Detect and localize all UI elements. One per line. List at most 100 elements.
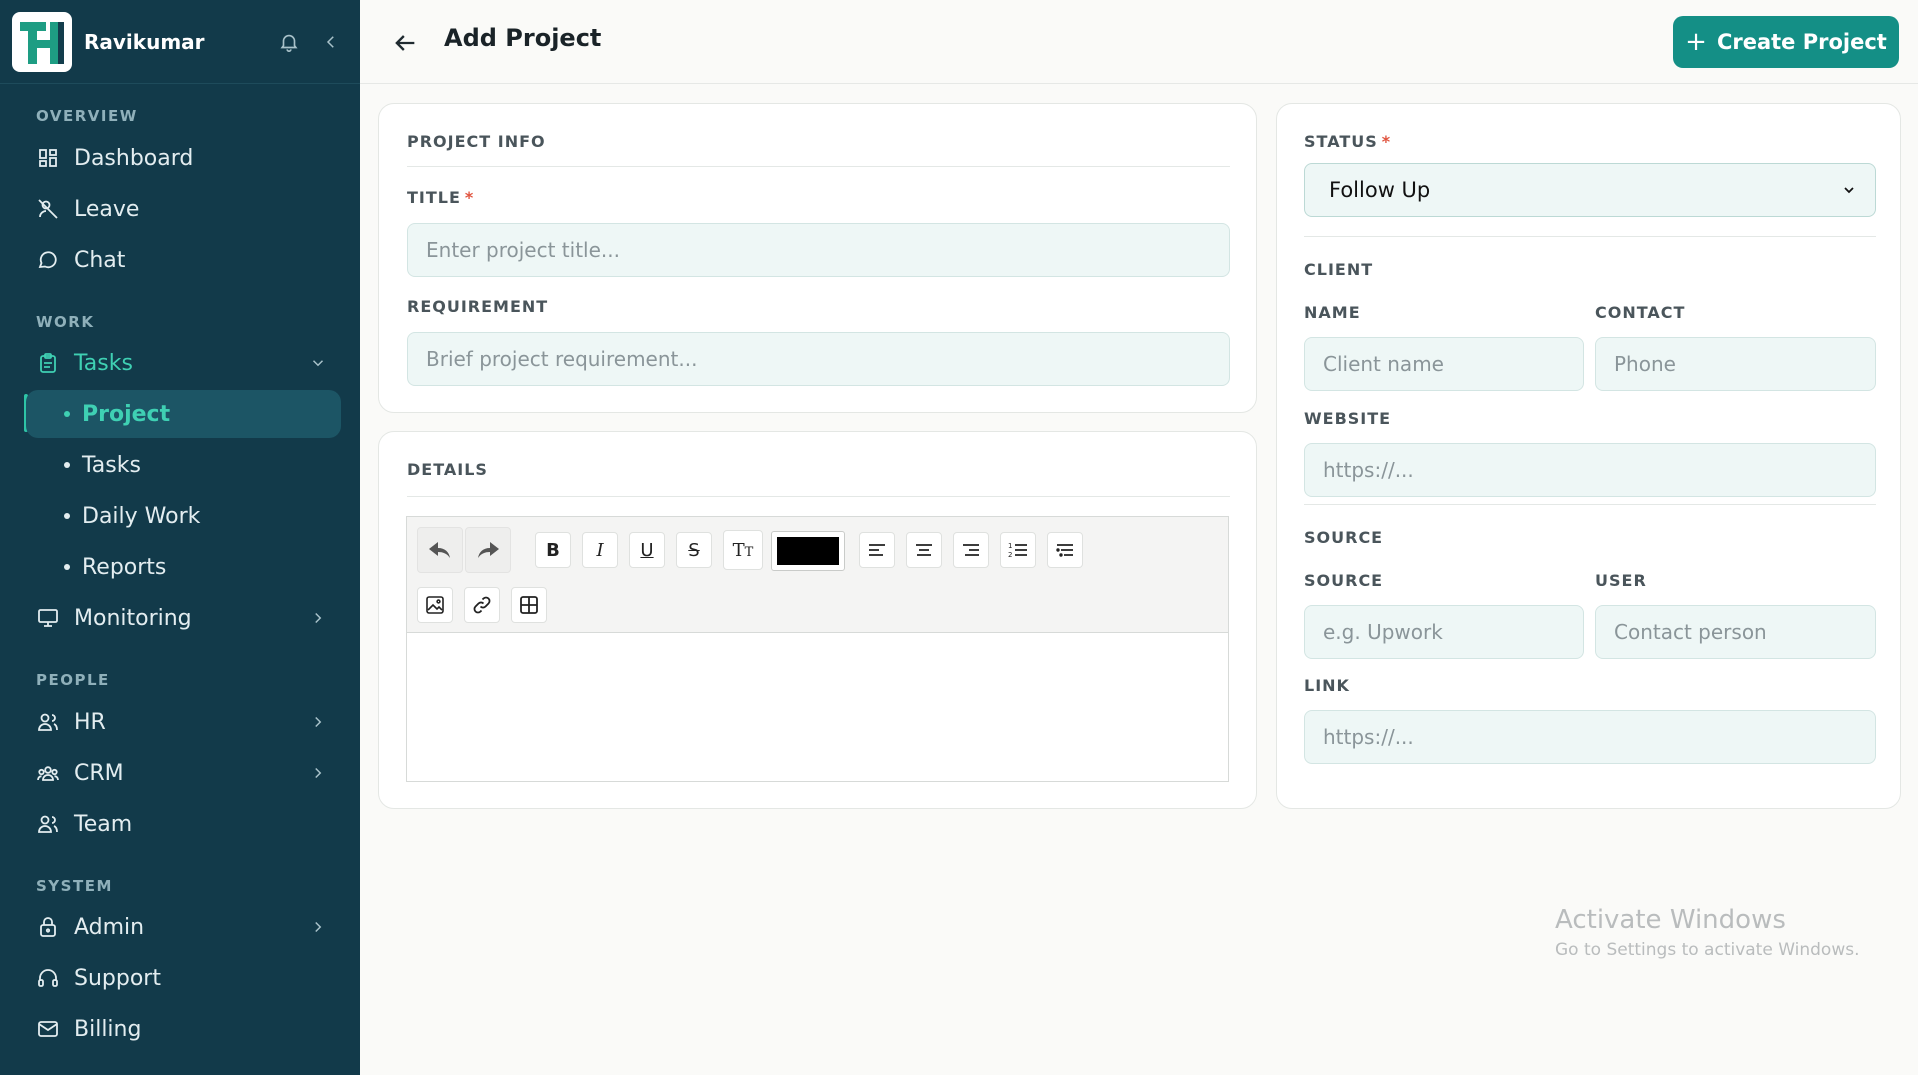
italic-icon: I xyxy=(596,539,604,561)
sidebar-item-support[interactable]: Support xyxy=(26,954,341,1002)
align-right-button[interactable] xyxy=(953,532,989,568)
sidebar-item-tasks-list[interactable]: Tasks xyxy=(26,441,341,489)
requirement-input[interactable] xyxy=(407,332,1230,386)
source-section-title: SOURCE xyxy=(1304,528,1384,547)
ordered-list-button[interactable]: 12 xyxy=(1000,532,1036,568)
indent-list-button[interactable] xyxy=(1047,532,1083,568)
insert-link-button[interactable] xyxy=(464,587,500,623)
sidebar: Ravikumar OVERVIEW Dashboard Leave Chat … xyxy=(0,0,360,1075)
contact-person-input[interactable] xyxy=(1595,605,1876,659)
meta-card: STATUS* Follow Up CLIENT NAME CONTACT WE… xyxy=(1276,103,1901,809)
bold-button[interactable]: B xyxy=(535,532,571,568)
align-center-button[interactable] xyxy=(906,532,942,568)
chevron-down-icon xyxy=(1844,187,1854,194)
group-icon xyxy=(37,766,59,781)
sidebar-item-label: Tasks xyxy=(74,350,133,376)
create-project-label: Create Project xyxy=(1716,30,1887,54)
client-name-input[interactable] xyxy=(1304,337,1584,391)
windows-watermark-title: Activate Windows xyxy=(1555,905,1786,935)
chevron-down-icon xyxy=(312,360,324,367)
align-right-icon xyxy=(963,544,979,556)
underline-button[interactable]: U xyxy=(629,532,665,568)
requirement-label: REQUIREMENT xyxy=(407,297,549,316)
clipboard-icon xyxy=(40,353,56,373)
title-input[interactable] xyxy=(407,223,1230,277)
section-overview: OVERVIEW xyxy=(36,107,138,125)
sidebar-item-tasks[interactable]: Tasks xyxy=(26,339,341,387)
team-icon xyxy=(38,815,58,833)
sidebar-item-hr[interactable]: HR xyxy=(26,698,341,746)
project-info-card: PROJECT INFO TITLE* REQUIREMENT xyxy=(378,103,1257,413)
chevron-right-icon xyxy=(315,716,322,728)
align-left-button[interactable] xyxy=(859,532,895,568)
notifications-button[interactable] xyxy=(272,25,306,59)
sidebar-item-project[interactable]: Project xyxy=(26,390,341,438)
client-contact-input[interactable] xyxy=(1595,337,1876,391)
sidebar-item-label: HR xyxy=(74,709,106,735)
link-input[interactable] xyxy=(1304,710,1876,764)
collapse-sidebar-button[interactable] xyxy=(314,25,348,59)
section-system: SYSTEM xyxy=(36,877,113,895)
title-label-text: TITLE xyxy=(407,188,461,207)
sidebar-item-daily-work[interactable]: Daily Work xyxy=(26,492,341,540)
sidebar-item-label: Support xyxy=(74,965,161,991)
indent-list-icon xyxy=(1056,544,1073,557)
sidebar-item-leave[interactable]: Leave xyxy=(26,185,341,233)
insert-table-button[interactable] xyxy=(511,587,547,623)
sidebar-item-label: Team xyxy=(74,811,133,837)
align-center-icon xyxy=(916,544,932,556)
logo-icon xyxy=(16,15,68,68)
app-logo[interactable] xyxy=(12,11,72,72)
status-select[interactable]: Follow Up xyxy=(1304,163,1876,217)
divider xyxy=(407,166,1230,167)
editor-toolbar: B I U S TT 12 xyxy=(407,517,1228,633)
sidebar-item-label: Billing xyxy=(74,1016,142,1042)
undo-icon xyxy=(429,542,450,558)
user-name: Ravikumar xyxy=(84,29,205,54)
editor-content-area[interactable] xyxy=(407,633,1228,781)
chevron-right-icon xyxy=(315,921,322,933)
sidebar-item-billing[interactable]: Billing xyxy=(26,1005,341,1053)
users-icon xyxy=(38,713,58,731)
bullet-icon xyxy=(64,462,70,468)
sidebar-item-dashboard[interactable]: Dashboard xyxy=(26,134,341,182)
italic-button[interactable]: I xyxy=(582,532,618,568)
insert-image-button[interactable] xyxy=(417,587,453,623)
strikethrough-button[interactable]: S xyxy=(676,532,712,568)
font-size-button[interactable]: TT xyxy=(723,530,763,570)
source-label: SOURCE xyxy=(1304,571,1384,590)
sidebar-item-admin[interactable]: Admin xyxy=(26,903,341,951)
sidebar-item-team[interactable]: Team xyxy=(26,800,341,848)
text-size-icon: TT xyxy=(732,539,754,561)
headset-icon xyxy=(38,969,58,987)
sidebar-item-reports[interactable]: Reports xyxy=(26,543,341,591)
status-label: STATUS * xyxy=(1304,132,1391,151)
client-contact-label: CONTACT xyxy=(1595,303,1686,322)
source-input[interactable] xyxy=(1304,605,1584,659)
status-selected-value: Follow Up xyxy=(1329,178,1431,202)
bell-icon xyxy=(280,34,298,52)
bold-icon: B xyxy=(546,539,560,561)
ordered-list-icon: 12 xyxy=(1008,542,1027,559)
sidebar-item-crm[interactable]: CRM xyxy=(26,749,341,797)
bullet-icon xyxy=(64,564,70,570)
text-color-picker[interactable] xyxy=(771,531,845,571)
rich-text-editor: B I U S TT 12 xyxy=(406,516,1229,782)
sidebar-item-label: Admin xyxy=(74,914,145,940)
windows-watermark-subtitle: Go to Settings to activate Windows. xyxy=(1555,940,1860,960)
back-button[interactable] xyxy=(388,26,422,60)
mail-icon xyxy=(38,1021,58,1037)
user-off-icon xyxy=(38,199,58,219)
strikethrough-icon: S xyxy=(688,539,700,561)
table-icon xyxy=(520,596,538,614)
sidebar-item-chat[interactable]: Chat xyxy=(26,236,341,284)
sidebar-item-monitoring[interactable]: Monitoring xyxy=(26,594,341,642)
redo-button[interactable] xyxy=(465,527,511,573)
title-label: TITLE * xyxy=(407,188,474,207)
create-project-button[interactable]: + Create Project xyxy=(1673,16,1899,68)
monitor-icon xyxy=(38,609,58,627)
bullet-icon xyxy=(64,411,70,417)
top-bar: Add Project + Create Project xyxy=(360,0,1918,84)
website-input[interactable] xyxy=(1304,443,1876,497)
undo-button[interactable] xyxy=(417,527,463,573)
